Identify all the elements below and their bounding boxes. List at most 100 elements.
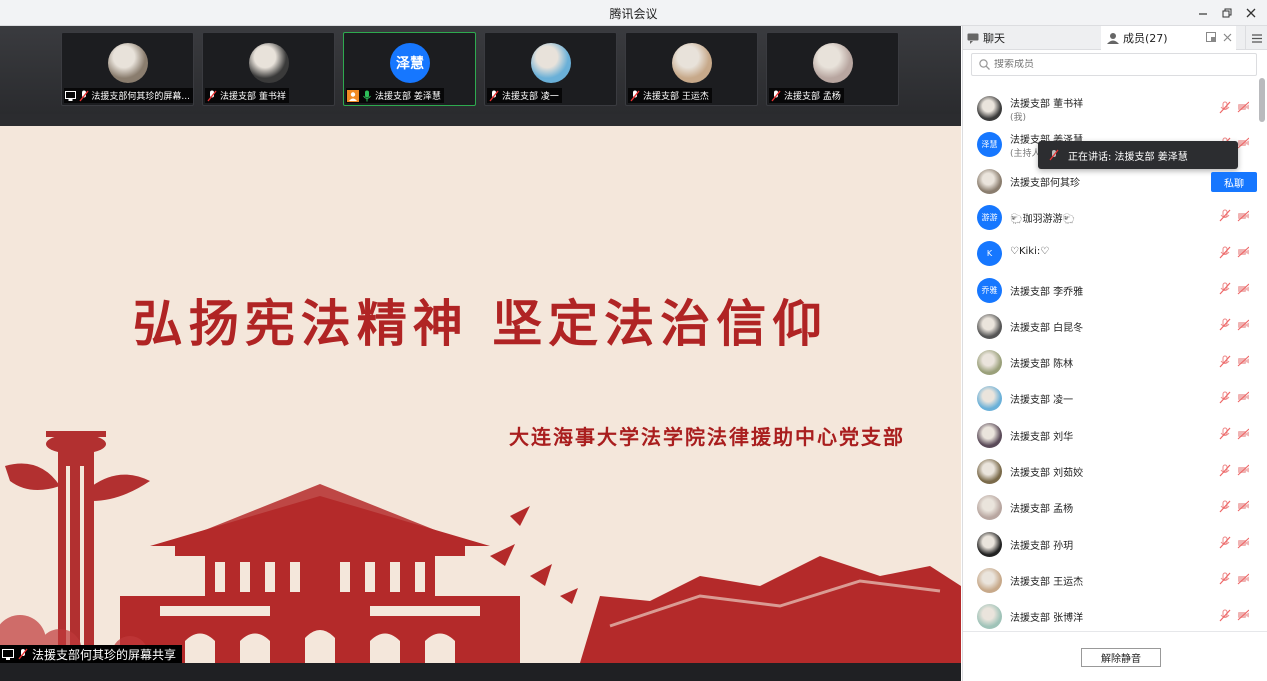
speaking-tooltip: 正在讲话: 法援支部 姜泽慧 xyxy=(1038,141,1238,169)
camera-off-icon[interactable] xyxy=(1237,464,1249,476)
video-tile-label: 法援支部 姜泽慧 xyxy=(346,88,444,103)
participant-name: 法援支部 姜泽慧 xyxy=(375,92,441,102)
avatar xyxy=(531,43,571,83)
more-menu-icon[interactable] xyxy=(1245,26,1267,50)
camera-off-icon[interactable] xyxy=(1237,537,1249,549)
member-row[interactable]: 游游 🐑珈羽游游🐑 xyxy=(963,199,1259,235)
popout-icon[interactable] xyxy=(1205,31,1217,43)
mic-muted-icon[interactable] xyxy=(1219,209,1231,222)
member-controls xyxy=(1219,101,1249,113)
mic-muted-icon[interactable] xyxy=(1219,101,1231,113)
panel-footer: 解除静音 xyxy=(963,631,1267,681)
minimize-icon[interactable] xyxy=(1193,3,1213,23)
mic-muted-icon[interactable] xyxy=(1219,427,1231,440)
video-tile[interactable]: 泽慧 法援支部 姜泽慧 xyxy=(343,32,476,106)
member-row[interactable]: 乔雅 法援支部 李乔雅 xyxy=(963,272,1259,308)
member-controls xyxy=(1219,355,1249,367)
member-row[interactable]: K ♡Kiki:♡ xyxy=(963,235,1259,271)
person-icon xyxy=(1107,32,1119,44)
speaking-text: 正在讲话: 法援支部 姜泽慧 xyxy=(1068,151,1188,163)
mic-muted-icon[interactable] xyxy=(1219,318,1231,331)
member-row[interactable]: 法援支部 刘华 xyxy=(963,417,1259,453)
avatar xyxy=(813,43,853,83)
member-row[interactable]: 法援支部 孙玥 xyxy=(963,526,1259,562)
member-row[interactable]: 法援支部 刘茹姣 xyxy=(963,453,1259,489)
title-bar: 腾讯会议 xyxy=(0,0,1267,26)
member-name: 法援支部 白昆冬 xyxy=(1010,322,1084,334)
member-row[interactable]: 法援支部 董书祥 (我) xyxy=(963,90,1259,126)
close-panel-icon[interactable] xyxy=(1221,31,1233,43)
mic-speaking-icon xyxy=(1048,149,1060,161)
video-tile[interactable]: 法援支部 孟杨 xyxy=(766,32,899,106)
member-controls xyxy=(1219,500,1249,513)
avatar xyxy=(977,96,1002,121)
member-row[interactable]: 法援支部 张博洋 xyxy=(963,598,1259,630)
mic-muted-icon[interactable] xyxy=(1219,282,1231,295)
chat-icon xyxy=(967,32,979,44)
avatar xyxy=(977,168,1002,194)
camera-off-icon[interactable] xyxy=(1237,391,1249,403)
participant-name: 法援支部 王运杰 xyxy=(643,92,709,102)
close-icon[interactable] xyxy=(1241,3,1261,23)
slide-illustration xyxy=(0,431,961,663)
camera-off-icon[interactable] xyxy=(1237,609,1249,621)
shared-screen[interactable]: 弘扬宪法精神 坚定法治信仰 大连海事大学法学院法律援助中心党支部 法援支部何其珍… xyxy=(0,126,961,663)
member-row[interactable]: 法援支部 孟杨 xyxy=(963,489,1259,525)
search-members[interactable] xyxy=(971,53,1257,76)
camera-off-icon[interactable] xyxy=(1237,246,1249,258)
member-list-scrollbar[interactable] xyxy=(1259,78,1265,122)
mic-muted-icon[interactable] xyxy=(1219,609,1231,622)
member-row[interactable]: 法援支部 白昆冬 xyxy=(963,308,1259,344)
mic-muted-icon[interactable] xyxy=(1219,500,1231,513)
avatar: 游游 xyxy=(977,204,1002,230)
video-tile[interactable]: 法援支部 董书祥 xyxy=(202,32,335,106)
member-row[interactable]: 法援支部 凌一 xyxy=(963,380,1259,416)
avatar xyxy=(108,43,148,83)
avatar xyxy=(977,386,1002,412)
mic-muted-icon[interactable] xyxy=(1219,246,1231,259)
member-controls xyxy=(1219,464,1249,476)
tab-chat[interactable]: 聊天 xyxy=(967,26,1005,50)
camera-off-icon[interactable] xyxy=(1237,500,1249,512)
camera-off-icon[interactable] xyxy=(1237,319,1249,331)
member-row[interactable]: 法援支部 王运杰 xyxy=(963,562,1259,598)
video-tile[interactable]: 法援支部何其珍的屏幕... xyxy=(61,32,194,106)
camera-off-icon[interactable] xyxy=(1237,101,1249,113)
camera-off-icon[interactable] xyxy=(1237,210,1249,222)
member-name: ♡Kiki:♡ xyxy=(1010,246,1050,258)
avatar: K xyxy=(977,241,1002,267)
mic-speaking-icon xyxy=(361,90,373,102)
mic-muted-icon[interactable] xyxy=(1219,464,1231,476)
mic-muted-icon[interactable] xyxy=(1219,355,1231,367)
restore-icon[interactable] xyxy=(1217,3,1237,23)
member-controls xyxy=(1219,427,1249,440)
member-controls xyxy=(1219,246,1249,259)
mic-muted-icon[interactable] xyxy=(1219,572,1231,585)
video-tile[interactable]: 法援支部 凌一 xyxy=(484,32,617,106)
camera-off-icon[interactable] xyxy=(1237,573,1249,585)
camera-off-icon[interactable] xyxy=(1237,283,1249,295)
member-list: 法援支部 董书祥(我)泽慧法援支部 姜泽慧(主持人)法援支部何其珍游游🐑珈羽游游… xyxy=(963,90,1259,630)
avatar: 乔雅 xyxy=(977,277,1002,303)
mic-muted-icon[interactable] xyxy=(1219,391,1231,404)
search-input[interactable] xyxy=(994,59,1234,70)
unmute-all-button[interactable]: 解除静音 xyxy=(1081,648,1161,667)
member-row[interactable]: 法援支部 陈林 xyxy=(963,344,1259,380)
avatar xyxy=(977,422,1002,448)
camera-off-icon[interactable] xyxy=(1237,355,1249,367)
video-strip: 法援支部何其珍的屏幕... 法援支部 董书祥 泽慧 法援支部 姜泽慧 法援支部 凌一 法援… xyxy=(0,26,961,114)
camera-off-icon[interactable] xyxy=(1237,428,1249,440)
avatar xyxy=(977,459,1002,484)
mic-muted-icon xyxy=(488,90,500,102)
mic-muted-icon xyxy=(629,90,641,102)
strip-divider xyxy=(0,114,961,126)
member-controls xyxy=(1219,209,1249,222)
member-name: 法援支部 孟杨 xyxy=(1010,504,1074,516)
member-name: 法援支部 王运杰 xyxy=(1010,576,1084,588)
private-chat-button[interactable]: 私聊 xyxy=(1211,172,1257,192)
screen-share-text: 法援支部何其珍的屏幕共享 xyxy=(32,647,177,662)
camera-off-icon[interactable] xyxy=(1237,137,1249,149)
mic-muted-icon[interactable] xyxy=(1219,536,1231,549)
video-tile[interactable]: 法援支部 王运杰 xyxy=(625,32,758,106)
search-icon xyxy=(978,59,990,71)
